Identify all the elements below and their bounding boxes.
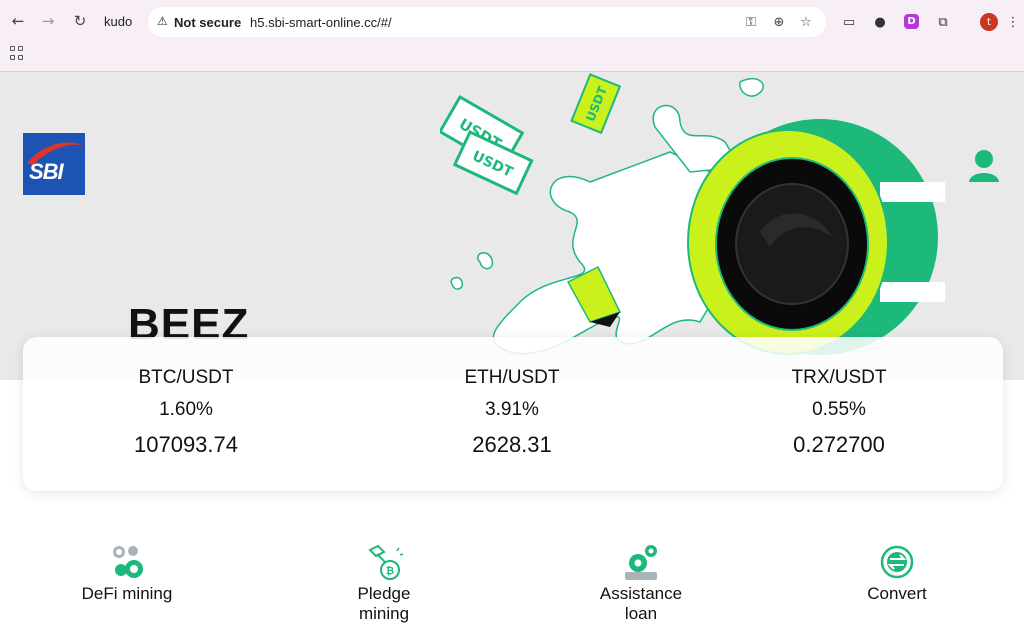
ticker-eth[interactable]: ETH/USDT 3.91% 2628.31 [352,367,672,460]
ticker-pair: TRX/USDT [791,367,887,388]
password-key-icon[interactable]: ⚿ [742,13,760,31]
assistance-loan-icon [625,545,657,580]
feature-pledge-mining[interactable]: ₿ Pledge mining [324,542,444,624]
back-icon[interactable]: ← [6,9,30,33]
profile-avatar[interactable]: t [980,13,998,31]
extension-purple-icon[interactable]: D [904,14,919,29]
ticker-change: 0.55% [812,399,866,420]
defi-mining-icon [113,546,143,578]
feature-label: Convert [867,584,927,603]
cookie-icon[interactable]: ● [871,13,889,31]
feature-shortcuts: DeFi mining ₿ Pledge mining Assistance l… [0,542,1024,635]
ticker-pair: ETH/USDT [464,367,560,388]
tab-title[interactable]: kudo [104,14,132,29]
feature-assistance-loan[interactable]: Assistance loan [581,542,701,624]
ticker-change: 3.91% [485,399,539,420]
ticker-change: 1.60% [159,399,213,420]
url-text[interactable]: h5.sbi-smart-online.cc/#/ [250,15,392,30]
security-label[interactable]: Not secure [174,15,241,30]
ticker-trx[interactable]: TRX/USDT 0.55% 0.272700 [679,367,999,460]
page: USDT USDT USDT SBI BEEZ BTC/USDT 1.60% 1… [0,72,1024,635]
coin-splash-illustration: USDT USDT USDT [440,73,945,355]
market-ticker-card: BTC/USDT 1.60% 107093.74 ETH/USDT 3.91% … [23,337,1003,491]
forward-icon[interactable]: → [36,9,60,33]
ticker-price: 0.272700 [793,432,885,457]
feature-label: Assistance loan [599,584,683,623]
svg-text:₿: ₿ [386,565,394,577]
ticker-price: 107093.74 [134,432,238,457]
feature-label: Pledge mining [357,584,411,623]
cast-icon[interactable]: ▭ [840,13,858,31]
browser-chrome: ← → ↻ kudo ⚠ Not secure h5.sbi-smart-onl… [0,0,1024,72]
feature-label: DeFi mining [81,584,173,603]
logo-text: SBI [29,159,64,184]
browser-toolbar: ← → ↻ kudo ⚠ Not secure h5.sbi-smart-onl… [0,4,1024,38]
zoom-icon[interactable]: ⊕ [770,13,788,31]
feature-convert[interactable]: Convert [837,542,957,604]
apps-grid-icon[interactable] [10,46,24,60]
pledge-mining-icon: ₿ [368,544,404,580]
convert-icon [880,545,914,579]
user-profile-icon[interactable] [968,148,1000,184]
feature-defi-mining[interactable]: DeFi mining [67,542,187,604]
ticker-price: 2628.31 [472,432,552,457]
extensions-puzzle-icon[interactable]: ⧉ [934,13,952,31]
sbi-logo[interactable]: SBI [23,133,85,195]
warning-icon[interactable]: ⚠ [157,14,168,28]
reload-icon[interactable]: ↻ [68,9,92,33]
menu-icon[interactable]: ⋮ [1004,13,1022,31]
address-bar[interactable]: ⚠ Not secure h5.sbi-smart-online.cc/#/ ⚿… [148,7,826,37]
bookmark-star-icon[interactable]: ☆ [797,13,815,31]
ticker-pair: BTC/USDT [138,367,234,388]
ticker-btc[interactable]: BTC/USDT 1.60% 107093.74 [26,367,346,460]
